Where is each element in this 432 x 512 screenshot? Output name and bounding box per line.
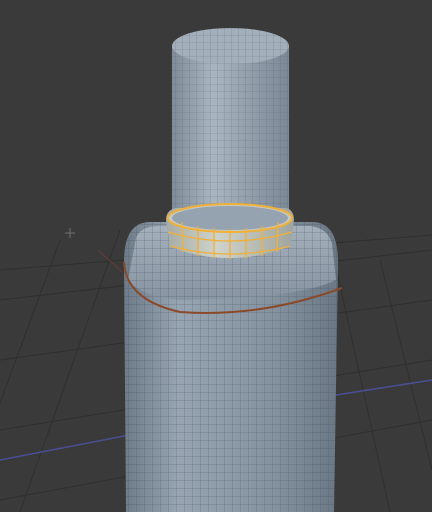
bottle-body[interactable] (124, 222, 338, 512)
neck-cylinder[interactable] (172, 28, 289, 222)
3d-viewport[interactable] (0, 0, 432, 512)
axis-x-line-right (335, 379, 432, 396)
viewport-canvas[interactable] (0, 0, 432, 512)
selected-ring[interactable] (166, 203, 294, 259)
crosshair-icon (65, 228, 75, 238)
axis-x-line (0, 431, 146, 461)
axis-z-line-upper (97, 249, 123, 273)
